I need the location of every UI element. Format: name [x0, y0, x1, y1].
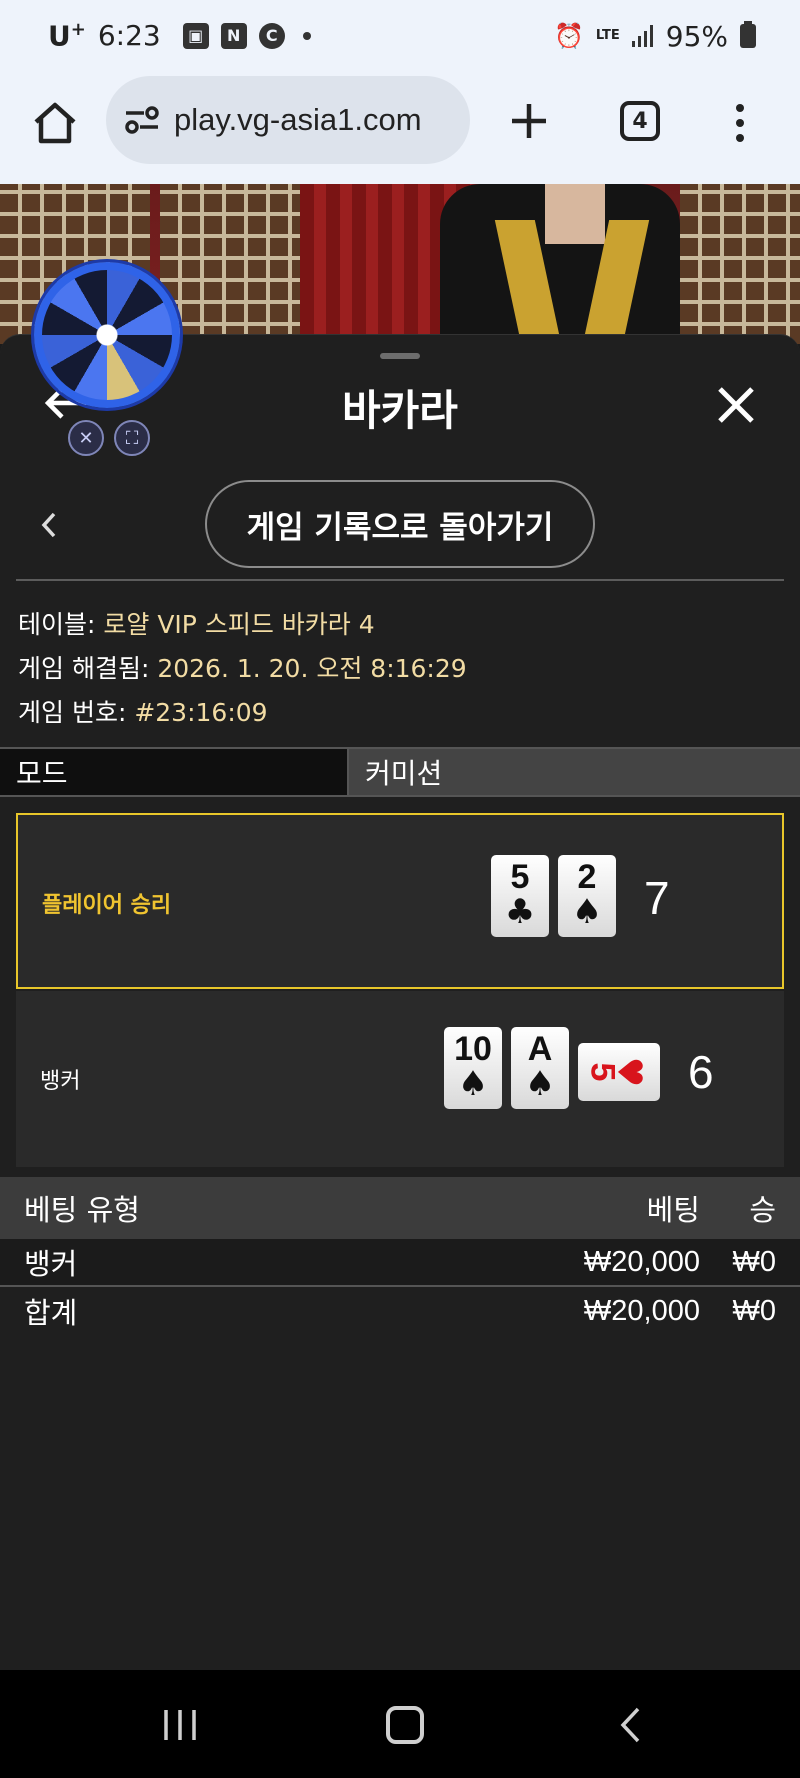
home-icon[interactable]	[32, 100, 78, 146]
banker-card: A ♠	[511, 1027, 569, 1109]
url-text: play.vg-asia1.com	[174, 102, 422, 137]
clock: 6:23	[97, 19, 161, 53]
column-bet: 베팅	[646, 1195, 700, 1227]
site-settings-icon[interactable]	[124, 105, 160, 135]
game-number-line: 게임 번호: #23:16:09	[18, 698, 268, 727]
player-card: 5 ♣	[491, 855, 549, 937]
history-nav-row: 게임 기록으로 돌아가기	[0, 480, 800, 570]
close-icon[interactable]	[716, 385, 756, 425]
chevron-left-icon[interactable]	[36, 508, 60, 542]
player-card: 2 ♠	[558, 855, 616, 937]
banker-third-card: 5 ♥	[578, 1043, 660, 1101]
spade-icon: ♠	[524, 1064, 556, 1104]
new-tab-icon[interactable]	[506, 98, 552, 144]
address-bar[interactable]: play.vg-asia1.com	[106, 76, 470, 164]
mode-row: 모드 커미션	[0, 747, 800, 797]
drag-handle[interactable]	[380, 353, 420, 359]
back-nav-icon[interactable]	[618, 1706, 642, 1744]
game-number: #23:16:09	[134, 698, 268, 727]
spade-icon: ♠	[571, 892, 603, 932]
player-result-label: 플레이어 승리	[42, 893, 172, 918]
dealer-neck	[545, 184, 605, 244]
gallery-notification-icon: ▣	[182, 22, 209, 49]
more-notifications-icon	[302, 31, 311, 40]
lattice-decor-center	[160, 184, 310, 344]
lattice-decor-right	[680, 184, 800, 344]
banker-hand: 뱅커 10 ♠ A ♠ 5 ♥ 6	[16, 991, 784, 1167]
resolved-info-line: 게임 해결됨: 2026. 1. 20. 오전 8:16:29	[18, 654, 467, 683]
game-history-sheet: 바카라 게임 기록으로 돌아가기 테이블: 로얄 VIP 스피드 바카라 4 게…	[0, 334, 800, 1670]
banker-score: 6	[688, 1046, 714, 1098]
mode-label: 모드	[0, 749, 349, 795]
commission-label: 커미션	[349, 749, 800, 795]
table-name: 로얄 VIP 스피드 바카라 4	[103, 610, 375, 639]
more-menu-icon[interactable]	[730, 100, 750, 146]
app-notification-icon: C	[258, 22, 285, 49]
widget-close-icon[interactable]: ✕	[68, 420, 104, 456]
column-bet-type: 베팅 유형	[24, 1193, 140, 1227]
resolved-time: 2026. 1. 20. 오전 8:16:29	[157, 654, 467, 683]
back-to-history-button[interactable]: 게임 기록으로 돌아가기	[205, 480, 595, 568]
bet-table: 베팅 유형 베팅 승 뱅커 ₩20,000 ₩0 합계 ₩20,000 ₩0	[0, 1177, 800, 1335]
alarm-icon: ⏰	[553, 22, 584, 50]
status-bar: U+ 6:23 ▣ N C ⏰ LTE 95%	[0, 0, 800, 72]
browser-toolbar: play.vg-asia1.com 4	[0, 72, 800, 184]
signal-icon	[631, 25, 653, 47]
game-info: 테이블: 로얄 VIP 스피드 바카라 4 게임 해결됨: 2026. 1. 2…	[18, 603, 467, 735]
tab-count: 4	[632, 108, 648, 134]
table-row: 뱅커 ₩20,000 ₩0	[0, 1239, 800, 1287]
table-info-line: 테이블: 로얄 VIP 스피드 바카라 4	[18, 610, 375, 639]
widget-expand-icon[interactable]: ⛶	[114, 420, 150, 456]
tab-switcher-button[interactable]: 4	[620, 101, 660, 141]
battery-icon	[740, 21, 756, 48]
player-score: 7	[644, 872, 670, 924]
heart-icon: ♥	[609, 1056, 650, 1088]
player-hand: 플레이어 승리 5 ♣ 2 ♠ 7	[16, 813, 784, 989]
battery-percent: 95%	[665, 19, 728, 53]
naver-notification-icon: N	[220, 22, 247, 49]
banker-label: 뱅커	[40, 1069, 81, 1094]
home-nav-icon[interactable]	[386, 1706, 424, 1744]
divider	[16, 579, 784, 581]
banker-card: 10 ♠	[444, 1027, 502, 1109]
total-row: 합계 ₩20,000 ₩0	[24, 1294, 776, 1331]
recent-apps-icon[interactable]	[160, 1708, 200, 1742]
spade-icon: ♠	[457, 1064, 489, 1104]
bet-table-header: 베팅 유형 베팅 승	[0, 1177, 800, 1239]
column-win: 승	[749, 1195, 776, 1227]
system-nav-bar	[0, 1670, 800, 1778]
lte-icon: LTE	[595, 28, 620, 43]
club-icon: ♣	[504, 892, 536, 932]
carrier-name: U+	[48, 19, 86, 53]
wheel-widget-icon[interactable]	[34, 262, 180, 408]
